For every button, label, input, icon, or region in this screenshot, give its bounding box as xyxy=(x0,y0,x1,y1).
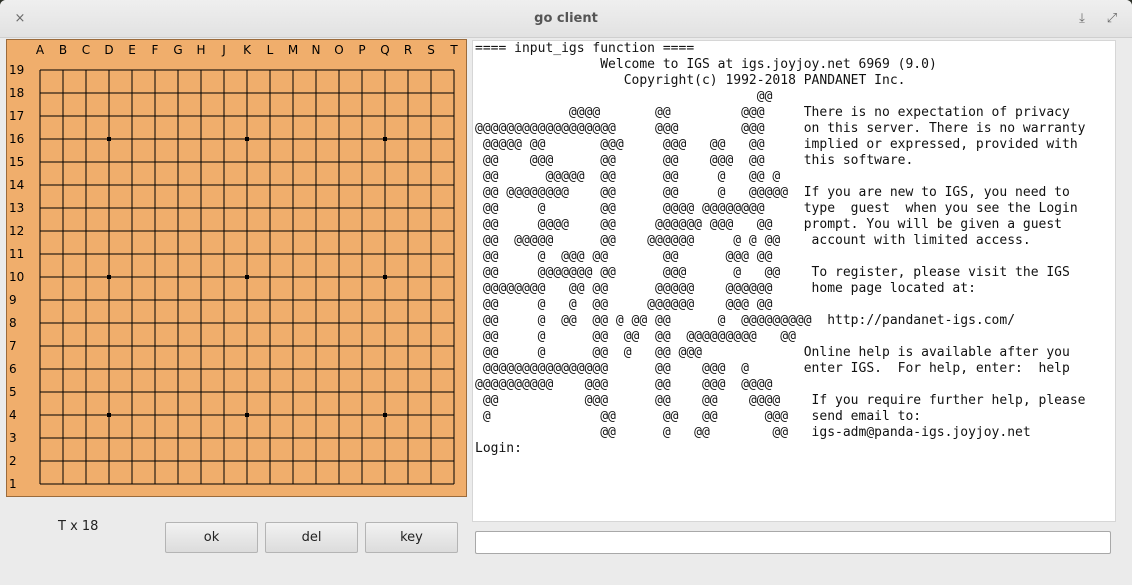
star-point xyxy=(107,137,111,141)
server-console: ==== input_igs function ==== Welcome to … xyxy=(472,40,1116,522)
console-line: @@ xyxy=(756,89,773,104)
column-label: D xyxy=(104,43,113,57)
row-label: 14 xyxy=(9,178,24,192)
del-button[interactable]: del xyxy=(265,522,358,553)
row-label: 17 xyxy=(9,109,24,123)
console-line: @@ @@@@@@@ @@ @@@ @ @@ To register, plea… xyxy=(482,265,1070,280)
row-label: 13 xyxy=(9,201,24,215)
console-line: @@@@@@@@ @@ @@ @@@@@ @@@@@@ home page lo… xyxy=(482,281,976,296)
console-line: @@ @ @@ @@ igs-adm@panda-igs.joyjoy.net xyxy=(600,425,1031,440)
console-line: @@ @ @@ @@ @@ @@@@@@@@@ @@ xyxy=(482,329,796,344)
console-line: Login: xyxy=(475,441,522,456)
row-label: 7 xyxy=(9,339,17,353)
console-line: @@ @@@@ @@ @@@@@@ @@@ @@ prompt. You wil… xyxy=(482,217,1062,232)
console-output: ==== input_igs function ==== Welcome to … xyxy=(473,41,1115,457)
star-point xyxy=(245,137,249,141)
row-label: 2 xyxy=(9,454,17,468)
ok-button[interactable]: ok xyxy=(165,522,258,553)
go-client-window: × go client ⤓ ⤢ A B C D E F G H J K L M N O P Q R S T 19 18 1… xyxy=(0,0,1132,585)
console-line: @@ @@@@@@@@ @@ @@ @ @@@@@ If you are new… xyxy=(482,185,1070,200)
row-label: 1 xyxy=(9,477,17,491)
console-line: @@ @ @@ @@ @ @@ @@ @ @@@@@@@@@ http://pa… xyxy=(482,313,1016,328)
console-line: Welcome to IGS at igs.joyjoy.net 6969 (9… xyxy=(600,57,937,72)
expand-icon[interactable]: ⤢ xyxy=(1103,10,1121,28)
console-line: @@@@@@@@@@@@@@@@ @@ @@@ @ enter IGS. For… xyxy=(482,361,1070,376)
console-line: @ @@ @@ @@ @@@ send email to: xyxy=(482,409,922,424)
console-line: @@ @@@@@ @@ @@ @ @@ @ xyxy=(482,169,781,184)
column-label: A xyxy=(36,43,45,57)
row-label: 12 xyxy=(9,224,24,238)
board-grid[interactable]: A B C D E F G H J K L M N O P Q R S T191817161514131211109… xyxy=(7,40,468,498)
column-label: O xyxy=(334,43,343,57)
star-point xyxy=(383,275,387,279)
row-label: 15 xyxy=(9,155,24,169)
star-point xyxy=(107,275,111,279)
column-label: R xyxy=(404,43,412,57)
go-board[interactable]: A B C D E F G H J K L M N O P Q R S T 19 18 17 16 15 14 13 12 11 10 9… xyxy=(6,39,467,497)
row-label: 16 xyxy=(9,132,24,146)
download-icon[interactable]: ⤓ xyxy=(1073,10,1091,28)
console-line: @@ @@@ @@ @@ @@@ @@ this software. xyxy=(482,153,914,168)
column-label: H xyxy=(196,43,205,57)
column-label: Q xyxy=(380,43,389,57)
row-label: 3 xyxy=(9,431,17,445)
star-point xyxy=(245,275,249,279)
console-line: @@ @ @@ @@@@ @@@@@@@@ type guest when yo… xyxy=(482,201,1078,216)
column-label: E xyxy=(128,43,136,57)
console-line: ==== input_igs function ==== xyxy=(475,41,695,56)
column-label: C xyxy=(82,43,90,57)
row-label: 11 xyxy=(9,247,24,261)
row-label: 8 xyxy=(9,316,17,330)
console-line: @@@@ @@ @@@ There is no expectation of p… xyxy=(568,105,1070,120)
console-line: @@ @@@@@ @@ @@@@@@ @ @ @@ account with l… xyxy=(482,233,1031,248)
star-point xyxy=(383,137,387,141)
row-label: 19 xyxy=(9,63,24,77)
console-line: Copyright(c) 1992-2018 PANDANET Inc. xyxy=(623,73,906,88)
key-button[interactable]: key xyxy=(365,522,458,553)
row-label: 18 xyxy=(9,86,24,100)
column-label: B xyxy=(59,43,67,57)
title-bar: × go client ⤓ ⤢ xyxy=(0,0,1132,38)
column-label: K xyxy=(243,43,252,57)
status-label: T x 18 xyxy=(58,519,99,534)
row-label: 5 xyxy=(9,385,17,399)
column-label: M xyxy=(288,43,298,57)
row-label: 10 xyxy=(9,270,24,284)
column-label: J xyxy=(221,43,226,57)
console-line: @@ @ @@@ @@ @@ @@@ @@ xyxy=(482,249,773,264)
console-line: @@@@@@@@@@@@@@@@@@ @@@ @@@ on this serve… xyxy=(475,121,1086,136)
console-line: @@@@@@@@@@ @@@ @@ @@@ @@@@ xyxy=(475,377,773,392)
console-line: @@ @@@ @@ @@ @@@@ If you require further… xyxy=(482,393,1086,408)
column-label: F xyxy=(152,43,159,57)
row-label: 4 xyxy=(9,408,17,422)
column-label: N xyxy=(312,43,321,57)
console-line: @@ @ @ @@ @@@@@@ @@@ @@ xyxy=(482,297,773,312)
column-label: S xyxy=(427,43,435,57)
console-line: @@@@@ @@ @@@ @@@ @@ @@ implied or expres… xyxy=(482,137,1078,152)
star-point xyxy=(383,413,387,417)
command-input[interactable] xyxy=(475,531,1111,554)
row-label: 6 xyxy=(9,362,17,376)
star-point xyxy=(107,413,111,417)
star-point xyxy=(245,413,249,417)
row-label: 9 xyxy=(9,293,17,307)
column-label: P xyxy=(358,43,365,57)
column-label: L xyxy=(267,43,274,57)
console-line: @@ @ @@ @ @@ @@@ Online help is availabl… xyxy=(482,345,1070,360)
column-label: G xyxy=(173,43,182,57)
window-title: go client xyxy=(534,11,598,26)
column-label: T xyxy=(449,43,458,57)
